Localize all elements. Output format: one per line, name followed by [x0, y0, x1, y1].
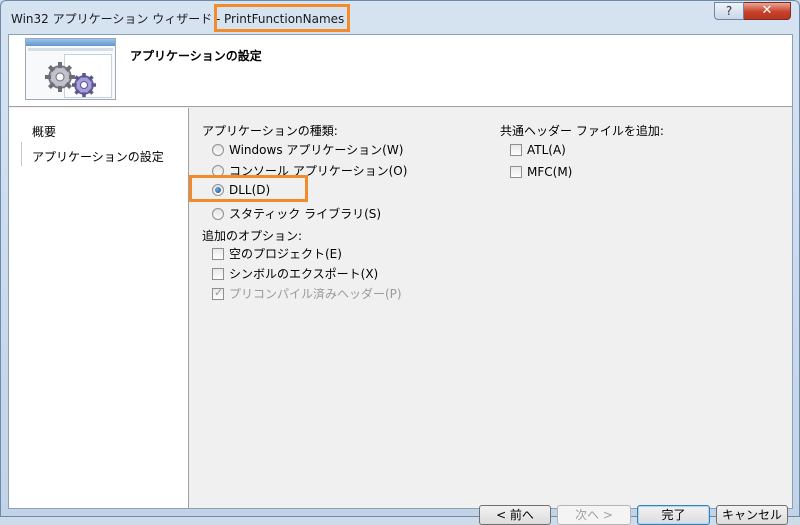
- title-bar[interactable]: Win32 アプリケーション ウィザード - PrintFunctionName…: [1, 1, 799, 34]
- checkbox-precompiled-header: プリコンパイル済みヘッダー(P): [212, 285, 402, 302]
- gears-icon: [45, 62, 96, 97]
- page-title: アプリケーションの設定: [130, 49, 262, 63]
- checkbox-label: 空のプロジェクト(E): [229, 247, 342, 261]
- radio-indicator[interactable]: [212, 143, 224, 156]
- wizard-window: Win32 アプリケーション ウィザード - PrintFunctionName…: [0, 0, 800, 525]
- back-button[interactable]: < 前へ: [479, 505, 551, 525]
- radio-label: スタティック ライブラリ(S): [229, 207, 382, 221]
- finish-button[interactable]: 完了: [637, 505, 710, 525]
- cancel-button[interactable]: キャンセル: [716, 505, 788, 525]
- radio-indicator[interactable]: [212, 207, 224, 220]
- checkbox-mfc[interactable]: MFC(M): [510, 165, 572, 179]
- extra-options-label: 追加のオプション:: [202, 229, 303, 243]
- wizard-client-area: アプリケーションの設定 概要 アプリケーションの設定 アプリケーションの種類: …: [8, 34, 793, 525]
- checkbox-indicator[interactable]: [510, 166, 522, 178]
- checkbox-export-symbols[interactable]: シンボルのエクスポート(X): [212, 265, 378, 282]
- checkbox-label: ATL(A): [527, 143, 566, 157]
- radio-label: Windows アプリケーション(W): [229, 143, 404, 157]
- checkbox-indicator[interactable]: [212, 247, 224, 260]
- wizard-header: アプリケーションの設定: [9, 35, 792, 107]
- wizard-nav: 概要 アプリケーションの設定: [9, 108, 189, 508]
- nav-item-app-settings[interactable]: アプリケーションの設定: [32, 148, 164, 165]
- close-button[interactable]: ✕: [744, 2, 791, 20]
- radio-windows-app[interactable]: Windows アプリケーション(W): [212, 141, 403, 158]
- window-title-project: PrintFunctionNames: [214, 4, 350, 32]
- checkbox-label: プリコンパイル済みヘッダー(P): [229, 287, 402, 301]
- checkbox-indicator[interactable]: [510, 144, 522, 156]
- common-headers-label: 共通ヘッダー ファイルを追加:: [500, 124, 664, 138]
- checkbox-empty-project[interactable]: 空のプロジェクト(E): [212, 245, 342, 262]
- help-button[interactable]: ?: [714, 2, 744, 20]
- checkbox-indicator[interactable]: [212, 267, 224, 280]
- checkbox-label: シンボルのエクスポート(X): [229, 267, 379, 281]
- app-type-label: アプリケーションの種類:: [202, 124, 338, 138]
- nav-item-overview[interactable]: 概要: [32, 123, 56, 140]
- window-title: Win32 アプリケーション ウィザード -: [11, 12, 221, 26]
- nav-selection-bar: [21, 142, 22, 166]
- wizard-banner-image: [25, 38, 116, 100]
- radio-static-library[interactable]: スタティック ライブラリ(S): [212, 205, 381, 222]
- checkbox-label: MFC(M): [527, 165, 573, 179]
- next-button: 次へ >: [557, 505, 631, 525]
- dll-option-highlight: [189, 175, 308, 202]
- checkbox-atl[interactable]: ATL(A): [510, 143, 566, 157]
- settings-panel: アプリケーションの種類: Windows アプリケーション(W) コンソール ア…: [190, 108, 792, 525]
- caption-buttons: ? ✕: [714, 2, 791, 20]
- checkbox-indicator-disabled: [212, 286, 224, 300]
